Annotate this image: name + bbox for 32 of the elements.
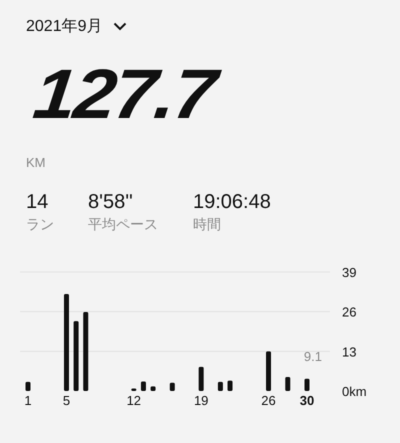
stat-label: 時間 [193, 216, 222, 234]
distance-bar [131, 388, 136, 391]
distance-bar [218, 382, 223, 391]
x-axis-label: 1 [24, 393, 32, 408]
y-axis-label: 39 [342, 265, 356, 280]
distance-bar [170, 382, 175, 391]
distance-bar [304, 378, 310, 391]
distance-bar [26, 382, 30, 391]
stat-value: 8'58'' [88, 190, 134, 214]
y-axis-label: 13 [342, 344, 356, 360]
x-axis-label: 30 [300, 393, 314, 408]
distance-unit: KM [26, 155, 46, 170]
distance-bar [74, 321, 79, 391]
x-axis-label: 5 [62, 393, 70, 408]
chevron-down-icon [112, 22, 126, 31]
distance-bar [150, 386, 156, 391]
distance-bar [198, 366, 204, 391]
stat-value: 19:06:48 [193, 190, 271, 214]
x-axis-label: 26 [261, 393, 276, 408]
stat-value: 14 [26, 190, 50, 214]
distance-bar [285, 376, 290, 391]
stat-label: 平均ペース [88, 216, 159, 234]
y-axis-label: 0km [342, 384, 367, 399]
distance-bar [228, 380, 233, 391]
distance-bar [266, 351, 272, 391]
average-label: 9.1 [304, 349, 322, 364]
x-axis-label: 12 [126, 393, 142, 408]
distance-bar [140, 382, 146, 391]
x-axis-label: 19 [194, 393, 208, 408]
y-axis-label: 26 [342, 304, 356, 320]
month-selector[interactable]: 2021年9月 [26, 16, 126, 37]
stat-label: ラン [26, 216, 55, 234]
